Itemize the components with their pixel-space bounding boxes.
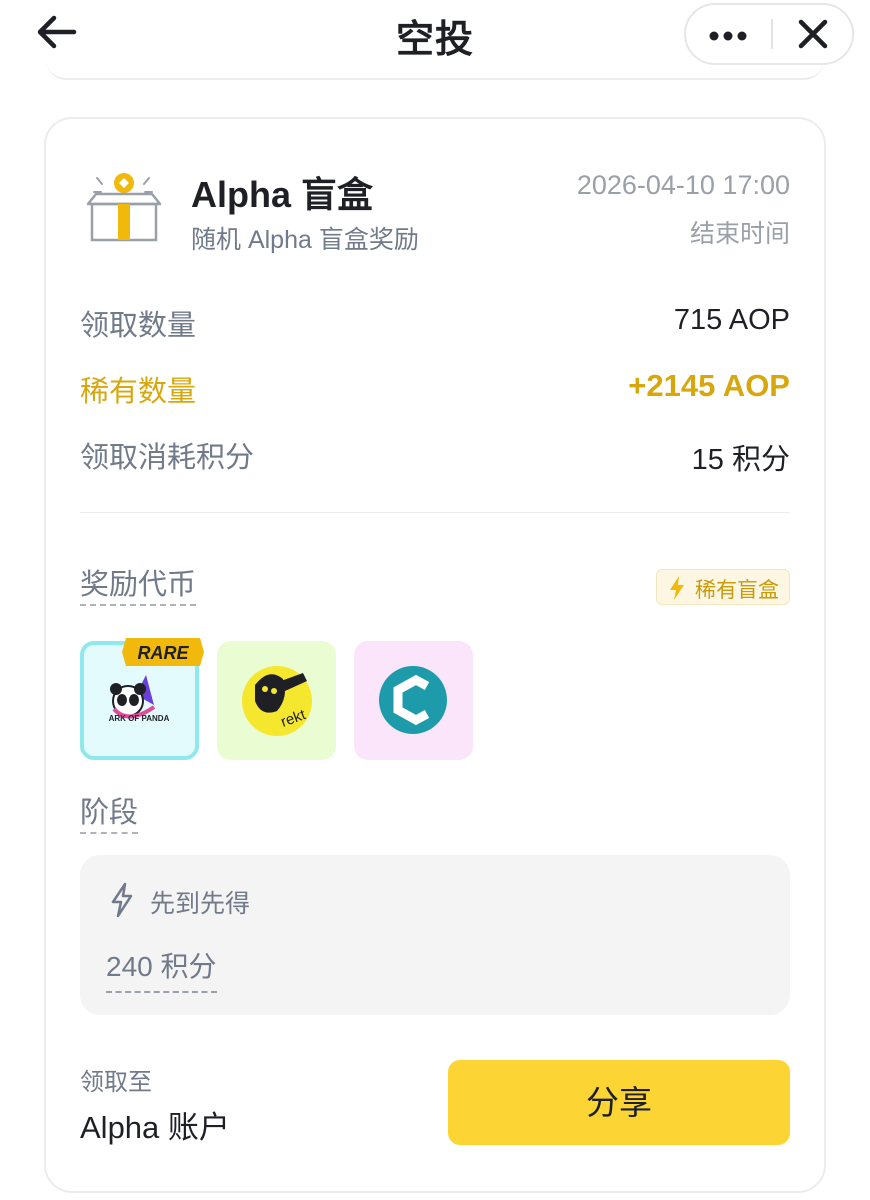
- section-divider: [80, 512, 790, 513]
- claim-to-value: Alpha 账户: [80, 1110, 230, 1145]
- claim-amount-label: 领取数量: [80, 310, 197, 342]
- capsule-divider: [771, 19, 773, 49]
- phase-label: 先到先得: [150, 890, 251, 918]
- phase-title[interactable]: 阶段: [80, 796, 139, 834]
- lightning-icon: [670, 576, 684, 600]
- reward-tokens-title[interactable]: 奖励代币: [80, 568, 197, 606]
- share-button[interactable]: 分享: [448, 1060, 790, 1145]
- rekt-logo-icon: rekt: [242, 666, 312, 736]
- ark-of-panda-logo-text: ARK OF PANDA: [109, 714, 170, 723]
- reward-subtitle: 随机 Alpha 盲盒奖励: [191, 226, 419, 254]
- claim-amount-value: 715 AOP: [673, 304, 790, 336]
- end-time: 2026-04-10 17:00: [576, 170, 790, 200]
- claim-to-label: 领取至: [80, 1069, 152, 1096]
- airdrop-page: 空投 Alpha 盲盒 随机 Alpha 盲盒奖励 2026-04-10 17:…: [0, 0, 870, 1200]
- rare-amount-label: 稀有数量: [80, 376, 197, 408]
- points-cost-value: 15 积分: [691, 444, 790, 476]
- end-time-label: 结束时间: [689, 220, 790, 248]
- rare-badge-label: 稀有盲盒: [695, 579, 779, 602]
- token-rekt[interactable]: rekt: [217, 641, 336, 760]
- rare-tag: RARE: [122, 638, 204, 666]
- rare-amount-value: +2145 AOP: [628, 368, 790, 403]
- rare-blind-box-badge[interactable]: 稀有盲盒: [656, 569, 790, 605]
- lightning-outline-icon: [111, 882, 133, 918]
- token-c[interactable]: [354, 641, 473, 760]
- rare-tag-text: RARE: [137, 643, 189, 663]
- previous-card-edge: [46, 50, 824, 80]
- phase-points[interactable]: 240 积分: [106, 945, 217, 993]
- points-cost-label: 领取消耗积分: [80, 442, 255, 474]
- c-token-logo-icon: [379, 666, 447, 734]
- gift-box-icon: [86, 173, 162, 242]
- reward-title: Alpha 盲盒: [191, 174, 374, 215]
